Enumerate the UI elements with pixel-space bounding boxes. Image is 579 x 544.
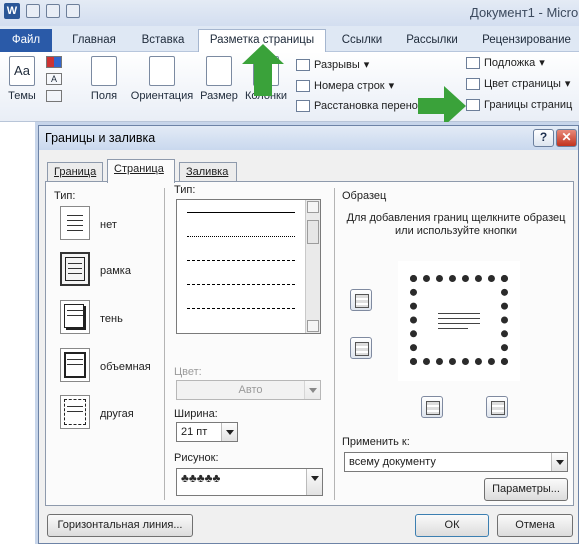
preview-label: Образец — [342, 190, 387, 202]
tab-borders[interactable]: Граница — [47, 162, 103, 182]
setting-none-label[interactable]: нет — [100, 219, 117, 231]
top-border-button[interactable] — [350, 289, 372, 311]
art-combo[interactable]: ♣♣♣♣♣ — [176, 468, 323, 496]
scroll-thumb[interactable] — [307, 220, 319, 244]
color-combo[interactable]: Авто — [176, 380, 321, 400]
left-border-button[interactable] — [421, 396, 443, 418]
arrow-up-layout-tab — [242, 44, 284, 96]
right-border-button[interactable] — [486, 396, 508, 418]
ok-button[interactable]: ОК — [415, 514, 489, 537]
setting-label: Тип: — [54, 190, 76, 202]
arrow-right-page-borders — [418, 86, 466, 126]
borders-shading-dialog: Границы и заливка ? ✕ Граница Страница З… — [38, 125, 579, 544]
divider — [334, 188, 335, 500]
cancel-button[interactable]: Отмена — [497, 514, 573, 537]
setting-3d-label[interactable]: объемная — [100, 361, 151, 373]
color-value: Авто — [238, 384, 263, 396]
apply-to-label: Применить к: — [342, 436, 410, 448]
divider — [164, 188, 165, 500]
art-border-icon — [410, 275, 508, 365]
apply-to-value: всему документу — [349, 456, 436, 468]
style-label: Тип: — [174, 184, 196, 196]
tab-page-border[interactable]: Страница — [107, 159, 175, 183]
preview-canvas[interactable] — [398, 261, 520, 381]
style-list[interactable] — [176, 199, 321, 334]
setting-shadow-icon[interactable] — [60, 300, 90, 334]
setting-3d-icon[interactable] — [60, 348, 90, 382]
width-combo[interactable]: 21 пт — [176, 422, 238, 442]
setting-none-icon[interactable] — [60, 206, 90, 240]
chevron-down-icon[interactable] — [306, 469, 322, 495]
setting-custom-label[interactable]: другая — [100, 408, 134, 420]
help-button[interactable]: ? — [533, 129, 554, 147]
art-label: Рисунок: — [174, 452, 219, 464]
width-value: 21 пт — [181, 426, 208, 438]
spin-icon[interactable] — [221, 423, 237, 441]
width-label: Ширина: — [174, 408, 218, 420]
scrollbar[interactable] — [305, 200, 320, 333]
setting-box-label[interactable]: рамка — [100, 265, 131, 277]
apply-to-combo[interactable]: всему документу — [344, 452, 568, 472]
art-preview-icon: ♣♣♣♣♣ — [181, 471, 221, 485]
chevron-down-icon[interactable] — [551, 453, 567, 471]
dialog-title: Границы и заливка — [39, 126, 578, 150]
chevron-down-icon[interactable] — [304, 381, 320, 399]
bottom-border-button[interactable] — [350, 337, 372, 359]
tab-shading[interactable]: Заливка — [179, 162, 237, 182]
scroll-up-icon[interactable] — [307, 201, 319, 213]
horizontal-line-button[interactable]: Горизонтальная линия... — [47, 514, 193, 537]
setting-custom-icon[interactable] — [60, 395, 90, 429]
preview-hint: Для добавления границ щелкните образец и… — [346, 212, 566, 237]
scroll-down-icon[interactable] — [307, 320, 319, 332]
close-button[interactable]: ✕ — [556, 129, 577, 147]
setting-shadow-label[interactable]: тень — [100, 313, 123, 325]
setting-box-icon[interactable] — [60, 252, 90, 286]
color-label: Цвет: — [174, 366, 202, 378]
options-button[interactable]: Параметры... — [484, 478, 568, 501]
